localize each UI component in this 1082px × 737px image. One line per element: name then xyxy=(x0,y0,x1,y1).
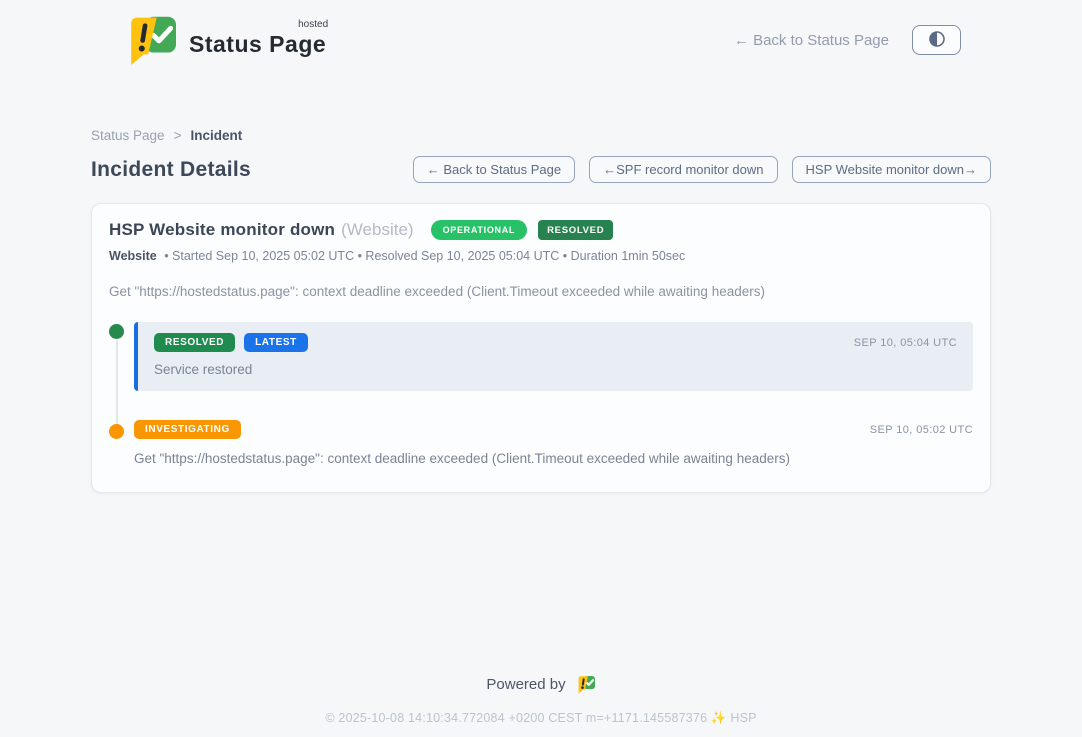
timeline-timestamp: SEP 10, 05:02 UTC xyxy=(870,424,973,436)
incident-meta-times: • Started Sep 10, 2025 05:02 UTC • Resol… xyxy=(164,249,685,263)
copyright-text: © 2025-10-08 14:10:34.772084 +0200 CEST … xyxy=(0,711,1082,726)
timeline-latest-badge: LATEST xyxy=(244,333,308,352)
brand-superscript: hosted xyxy=(298,19,328,30)
breadcrumb-incident: Incident xyxy=(190,128,242,143)
incident-meta-component: Website xyxy=(109,249,157,263)
next-incident-button[interactable]: HSP Website monitor down→ xyxy=(792,156,991,183)
incident-meta: Website • Started Sep 10, 2025 05:02 UTC… xyxy=(109,249,973,263)
main-content: Status Page > Incident Incident Details … xyxy=(91,128,991,493)
statuspage-logo-icon xyxy=(121,14,179,66)
timeline-timestamp: SEP 10, 05:04 UTC xyxy=(854,337,957,349)
breadcrumb: Status Page > Incident xyxy=(91,128,991,143)
prev-incident-button[interactable]: ←SPF record monitor down xyxy=(589,156,777,183)
footer: Powered by © 2025-10-08 14:10:34.772084 … xyxy=(0,675,1082,726)
theme-toggle-button[interactable] xyxy=(912,25,961,55)
brand-name: Status Page hosted xyxy=(189,23,326,58)
half-circle-theme-icon xyxy=(927,29,947,52)
operational-status-badge: OPERATIONAL xyxy=(431,220,528,240)
incident-component: (Website) xyxy=(341,220,413,240)
incident-title: HSP Website monitor down xyxy=(109,220,335,240)
brand-logo[interactable]: Status Page hosted xyxy=(121,14,326,66)
incident-nav-buttons: ← Back to Status Page ←SPF record monito… xyxy=(413,156,991,183)
incident-description: Get "https://hostedstatus.page": context… xyxy=(109,284,973,299)
page-title: Incident Details xyxy=(91,158,251,182)
breadcrumb-status-page[interactable]: Status Page xyxy=(91,128,165,143)
investigating-dot-icon xyxy=(109,424,124,439)
header: Status Page hosted ← Back to Status Page xyxy=(121,0,961,66)
back-to-status-page-button[interactable]: ← Back to Status Page xyxy=(413,156,575,183)
timeline-entry-box: RESOLVED LATEST SEP 10, 05:04 UTC Servic… xyxy=(134,322,973,391)
header-back-to-status-page-link[interactable]: ← Back to Status Page xyxy=(734,32,889,49)
resolved-dot-icon xyxy=(109,324,124,339)
timeline-entry-investigating: INVESTIGATING SEP 10, 05:02 UTC Get "htt… xyxy=(109,420,973,466)
timeline-entry-resolved: RESOLVED LATEST SEP 10, 05:04 UTC Servic… xyxy=(109,322,973,391)
timeline-message: Get "https://hostedstatus.page": context… xyxy=(134,451,973,466)
resolved-state-badge: RESOLVED xyxy=(538,220,613,240)
powered-by-label: Powered by xyxy=(486,676,565,693)
breadcrumb-separator: > xyxy=(174,128,182,143)
incident-card: HSP Website monitor down (Website) OPERA… xyxy=(91,203,991,493)
timeline-resolved-badge: RESOLVED xyxy=(154,333,235,352)
statuspage-logo-icon-small[interactable] xyxy=(575,675,596,694)
incident-timeline: RESOLVED LATEST SEP 10, 05:04 UTC Servic… xyxy=(109,322,973,466)
timeline-investigating-badge: INVESTIGATING xyxy=(134,420,241,439)
timeline-message: Service restored xyxy=(154,362,957,377)
